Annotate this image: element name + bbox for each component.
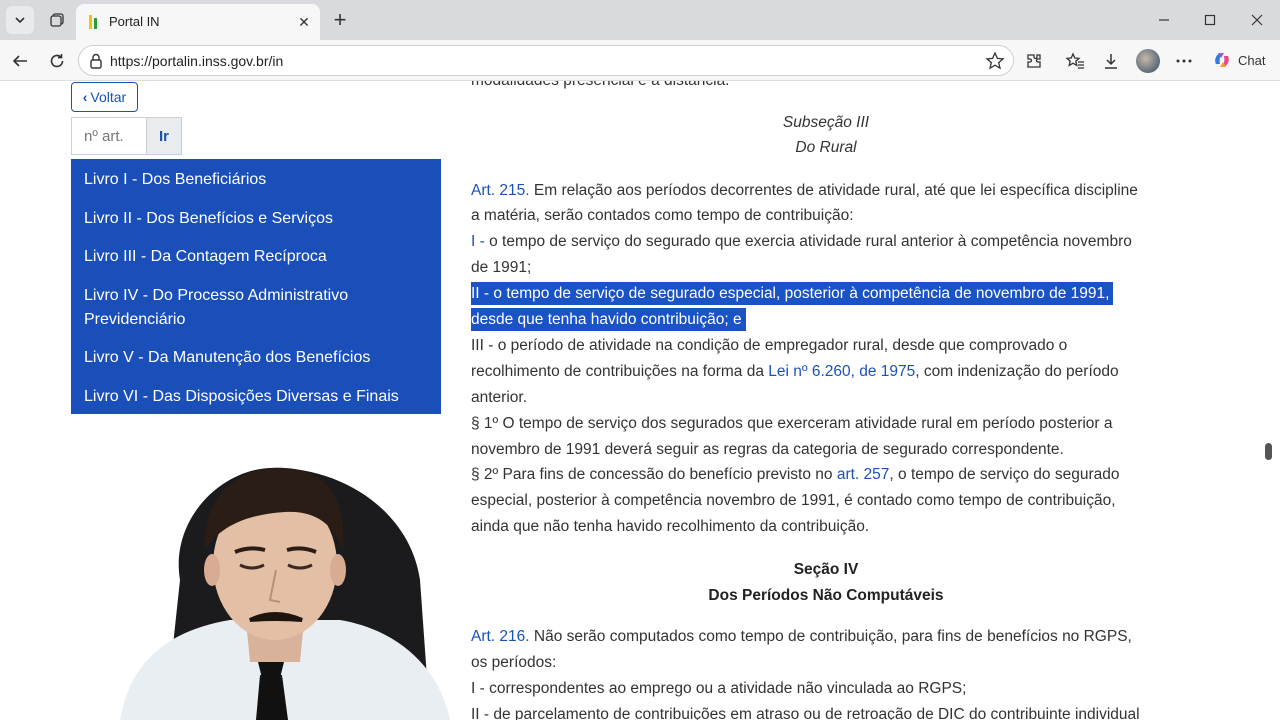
- inciso-iii-text-a: recolhimento de contribuições na forma d…: [471, 363, 769, 380]
- downloads-icon[interactable]: [1097, 47, 1125, 75]
- inciso-iii-line-2: recolhimento de contribuições na forma d…: [471, 362, 1119, 382]
- tab-title: Portal IN: [109, 14, 160, 29]
- close-tab-icon[interactable]: ✕: [294, 12, 314, 32]
- livro-1-link[interactable]: Livro I - Dos Beneficiários: [84, 168, 429, 192]
- close-window-icon[interactable]: [1234, 0, 1280, 40]
- scrollbar-thumb[interactable]: [1265, 443, 1272, 460]
- livro-4-link[interactable]: Livro IV - Do Processo Administrativo Pre…: [84, 284, 429, 332]
- chevron-left-icon: ‹: [82, 89, 88, 105]
- article-number-input[interactable]: nº art.: [71, 117, 146, 155]
- art-215-text-1: Em relação aos períodos decorrentes de a…: [529, 182, 1138, 199]
- paragrafo-2-line-2: especial, posterior à competência novemb…: [471, 492, 1116, 509]
- art-216-inciso-i: I - correspondentes ao emprego ou a ativ…: [471, 680, 967, 697]
- paragrafo-2-line-3: ainda que não tenha havido recolhimento …: [471, 518, 870, 535]
- livro-1-label: Livro I - Dos Beneficiários: [84, 171, 267, 188]
- copilot-label: Chat: [1238, 52, 1266, 68]
- art-215-line-2: a matéria, serão contados como tempo de …: [471, 207, 854, 224]
- browser-tab[interactable]: Portal IN ✕: [76, 4, 320, 40]
- tab-bar: Portal IN ✕ +: [0, 0, 1280, 40]
- art-216-line-2: os períodos:: [471, 654, 557, 671]
- maximize-icon[interactable]: [1187, 0, 1233, 40]
- inciso-i-line-1: I - o tempo de serviço do segurado que e…: [471, 232, 1132, 252]
- livro-5-link[interactable]: Livro V - Da Manutenção dos Benefícios: [84, 346, 429, 370]
- paragrafo-2-line-1: § 2º Para fins de concessão do benefício…: [471, 465, 1119, 485]
- inciso-i-link[interactable]: I -: [471, 233, 485, 250]
- extensions-icon[interactable]: [1020, 47, 1048, 75]
- refresh-icon[interactable]: [43, 47, 71, 75]
- livro-6-label: Livro VI - Das Disposições Diversas e Fi…: [84, 387, 399, 405]
- secao-title: Seção IV: [793, 561, 859, 578]
- back-button[interactable]: ‹ Voltar: [71, 82, 138, 112]
- address-bar[interactable]: https://portalin.inss.gov.br/in: [78, 45, 1014, 76]
- go-button[interactable]: Ir: [146, 117, 182, 155]
- selected-text: II - o tempo de serviço de segurado espe…: [471, 282, 1114, 305]
- favorite-star-icon[interactable]: [985, 51, 1005, 71]
- art-215-line-1: Art. 215. Em relação aos períodos decorr…: [471, 181, 1138, 201]
- workspaces-icon[interactable]: [43, 6, 71, 34]
- paragrafo-1-line-1: § 1º O tempo de serviço dos segurados qu…: [471, 415, 1113, 432]
- portal-favicon-icon: [89, 15, 97, 29]
- new-tab-icon[interactable]: +: [328, 8, 352, 32]
- inciso-i-line-2: de 1991;: [471, 259, 532, 276]
- inciso-ii-line-1: II - o tempo de serviço de segurado espe…: [471, 282, 1114, 305]
- livro-3-link[interactable]: Livro III - Da Contagem Recíproca: [84, 245, 429, 269]
- copilot-icon: [1215, 53, 1229, 67]
- art-216-link[interactable]: Art. 216.: [471, 628, 530, 645]
- livro-5-label: Livro V - Da Manutenção dos Benefícios: [84, 349, 371, 366]
- subsecao-subtitle: Do Rural: [795, 139, 857, 156]
- inciso-i-text: o tempo de serviço do segurado que exerc…: [484, 233, 1132, 250]
- livro-4-label-line1: Livro IV - Do Processo Administrativo: [84, 286, 349, 304]
- inciso-ii-line-2: desde que tenha havido contribuição; e: [471, 308, 746, 331]
- webcam-overlay: [120, 467, 450, 720]
- lock-icon[interactable]: [87, 52, 105, 70]
- back-button-label: Voltar: [90, 89, 127, 105]
- subsecao-title: Subseção III: [782, 114, 870, 131]
- livro-4-label-line2: Previdenciário: [84, 310, 186, 328]
- art-216-text-1: Não serão computados como tempo de contr…: [529, 628, 1132, 645]
- navigation-bar: https://portalin.inss.gov.br/in: [0, 40, 1280, 81]
- inciso-iii-line-1: III - o período de atividade na condição…: [471, 337, 1068, 354]
- art-257-link[interactable]: art. 257: [837, 466, 890, 483]
- selected-text: desde que tenha havido contribuição; e: [471, 308, 746, 331]
- livro-6-link[interactable]: Livro VI - Das Disposições Diversas e Fi…: [84, 385, 429, 409]
- paragrafo-2-text-a: § 2º Para fins de concessão do benefício…: [471, 466, 837, 483]
- livro-2-link[interactable]: Livro II - Dos Benefícios e Serviços: [84, 207, 429, 231]
- tab-actions-icon[interactable]: [6, 6, 34, 34]
- livros-menu: Livro I - Dos Beneficiários Livro II - D…: [71, 159, 441, 414]
- favorites-icon[interactable]: [1061, 47, 1089, 75]
- livro-2-label: Livro II - Dos Benefícios e Serviços: [84, 209, 333, 227]
- livro-3-label: Livro III - Da Contagem Recíproca: [84, 248, 327, 265]
- minimize-icon[interactable]: [1141, 0, 1187, 40]
- inciso-iii-line-3: anterior.: [471, 389, 528, 406]
- lei-6260-link[interactable]: Lei nº 6.260, de 1975: [768, 363, 915, 380]
- art-216-inciso-ii: II - de parcelamento de contribuições em…: [471, 706, 1140, 720]
- secao-subtitle: Dos Períodos Não Computáveis: [708, 587, 944, 604]
- more-icon[interactable]: [1170, 47, 1198, 75]
- inciso-iii-text-b: , com indenização do período: [915, 363, 1119, 380]
- profile-avatar[interactable]: [1136, 49, 1160, 73]
- paragrafo-1-line-2: novembro de 1991 deverá seguir as regras…: [471, 441, 1064, 458]
- top-fragment: modalidades presencial e a distância.: [471, 81, 730, 91]
- art-215-link[interactable]: Art. 215.: [471, 182, 530, 199]
- art-216-line-1: Art. 216. Não serão computados como temp…: [471, 627, 1132, 647]
- paragrafo-2-text-b: , o tempo de serviço do segurado: [889, 466, 1120, 483]
- url-text[interactable]: https://portalin.inss.gov.br/in: [110, 53, 283, 69]
- copilot-button[interactable]: Chat: [1206, 46, 1274, 74]
- back-icon[interactable]: [6, 47, 34, 75]
